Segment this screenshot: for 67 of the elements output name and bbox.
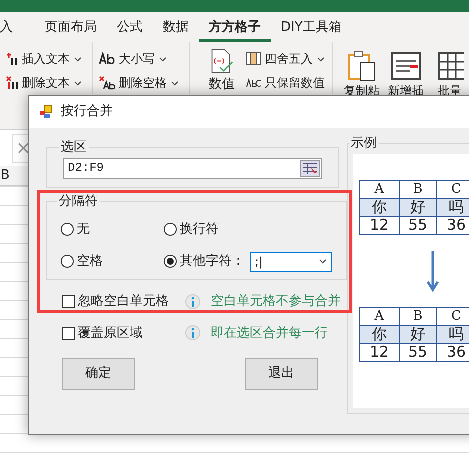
ribbon-button[interactable]: 删除文本 [22, 74, 82, 92]
caret-icon [74, 80, 82, 86]
column-header: B [1, 166, 10, 185]
ribbon-tab[interactable]: DIY工具箱 [271, 18, 352, 42]
ribbon-button[interactable]: 四舍五入 [265, 50, 326, 68]
example-cell: 吗 [437, 326, 469, 344]
radio-button[interactable] [61, 255, 74, 268]
checkbox[interactable] [62, 326, 75, 340]
group-label: 选区 [60, 139, 88, 157]
delete-text-icon [6, 76, 20, 90]
caret-icon [74, 56, 82, 62]
delete-space-icon [99, 76, 118, 90]
radio-button[interactable] [164, 255, 177, 268]
table-icon [436, 50, 464, 82]
dialog-button[interactable]: 确定 [62, 358, 135, 390]
radio-button[interactable] [61, 223, 74, 236]
example-cell: 55 [400, 344, 437, 362]
range-field[interactable]: D2:F9 [63, 158, 322, 178]
ribbon-button[interactable]: 数值 [209, 74, 236, 94]
radio-button[interactable] [164, 223, 177, 236]
rounding-icon [246, 52, 262, 66]
example-cell: 吗 [437, 198, 469, 216]
group-label: 分隔符 [58, 193, 99, 211]
clipboard-icon [347, 50, 377, 82]
app-icon [39, 105, 53, 119]
insert-text-icon [6, 52, 20, 66]
checkbox-label: 忽略空白单元格 [78, 293, 169, 311]
radio-label: 空格 [77, 252, 103, 271]
hint-text: 空白单元格不参与合并 [211, 293, 341, 311]
info-icon [185, 325, 201, 342]
radio-label: 换行符 [180, 220, 219, 239]
example-cell: 12 [360, 344, 400, 362]
checkbox[interactable] [62, 295, 75, 308]
window-title: 按行合并 [61, 103, 113, 122]
ribbon-button[interactable]: 大小写 [119, 50, 168, 68]
ribbon-tab[interactable]: 入 [0, 18, 35, 42]
radio-label: 其他字符： [180, 252, 245, 271]
info-icon [185, 294, 201, 310]
ribbon-button[interactable]: 删除空格 [119, 74, 180, 92]
caret-icon [319, 259, 327, 264]
example-cell: 你 [360, 198, 400, 216]
dialog-button[interactable]: 退出 [245, 358, 318, 390]
form-icon [390, 50, 422, 82]
down-arrow-icon [427, 250, 439, 292]
checkbox-label: 覆盖原区域 [78, 324, 143, 342]
example-cell: 12 [360, 216, 400, 234]
caret-icon [171, 80, 180, 86]
example-cell: 36 [437, 216, 469, 234]
example-cell: 55 [400, 216, 437, 234]
caret-icon [317, 56, 326, 62]
caret-icon [159, 56, 168, 62]
example-cell: 好 [400, 326, 437, 344]
ribbon-tab[interactable]: 数据 [153, 18, 199, 42]
example-cell: 36 [437, 344, 469, 362]
radio-label: 无 [77, 220, 90, 239]
range-picker-icon[interactable] [300, 160, 320, 176]
example-cell: 你 [360, 326, 400, 344]
group-label: 示例 [350, 135, 378, 153]
ribbon-button[interactable]: 只保留数值 [265, 74, 326, 92]
character-dropdown[interactable]: ;| [250, 252, 332, 272]
case-icon [99, 52, 118, 66]
ribbon-tab[interactable]: 公式 [107, 18, 153, 42]
letters-icon [246, 78, 262, 88]
hint-text: 即在选区合并每一行 [211, 324, 328, 342]
ribbon-tab[interactable]: 页面布局 [35, 18, 107, 42]
ribbon-button[interactable]: 插入文本 [22, 50, 82, 68]
example-cell: 好 [400, 198, 437, 216]
